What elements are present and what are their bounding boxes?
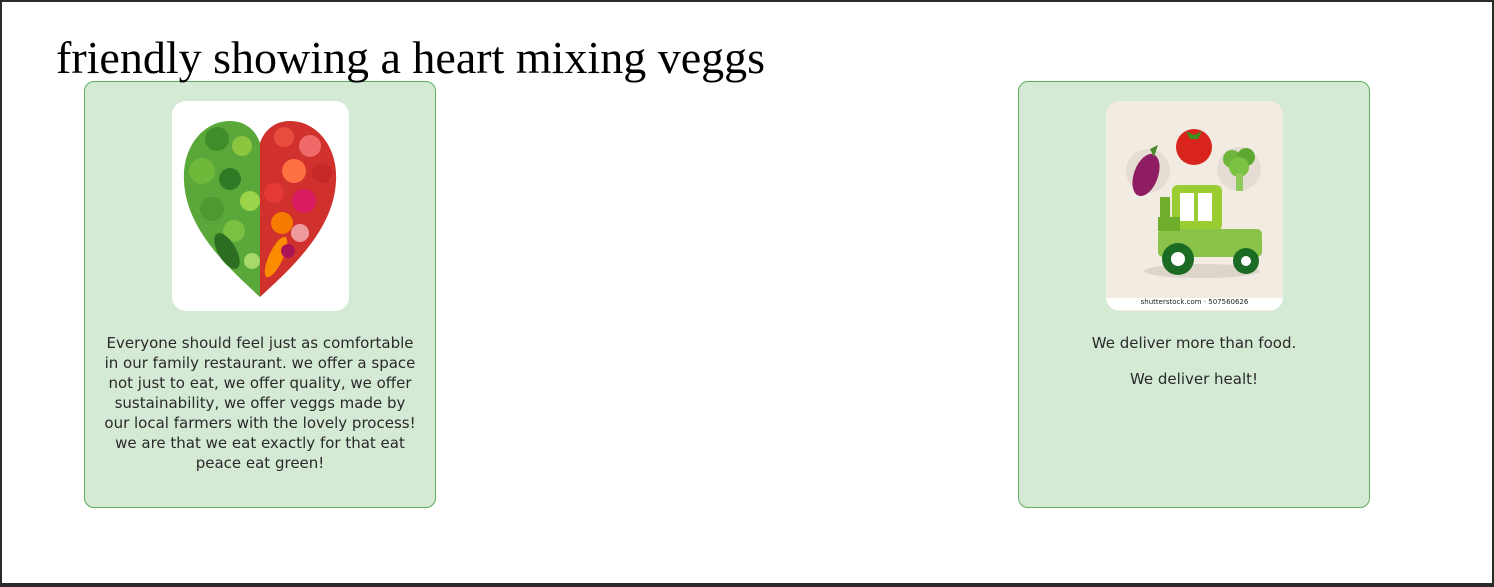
card-description: Everyone should feel just as comfortable… (104, 334, 416, 472)
delivery-line-1: We deliver more than food. (1091, 334, 1297, 352)
info-card-restaurant: Everyone should feel just as comfortable… (84, 81, 436, 508)
page-title: friendly showing a heart mixing veggs (56, 32, 766, 83)
vegetable-tractor-image: shutterstock.com · 507560626 (1106, 101, 1283, 311)
image-watermark: shutterstock.com · 507560626 (1106, 298, 1283, 310)
delivery-line-2: We deliver healt! (1129, 370, 1259, 388)
vegetable-heart-image (172, 101, 349, 311)
info-card-delivery: shutterstock.com · 507560626 We deliver … (1018, 81, 1370, 508)
